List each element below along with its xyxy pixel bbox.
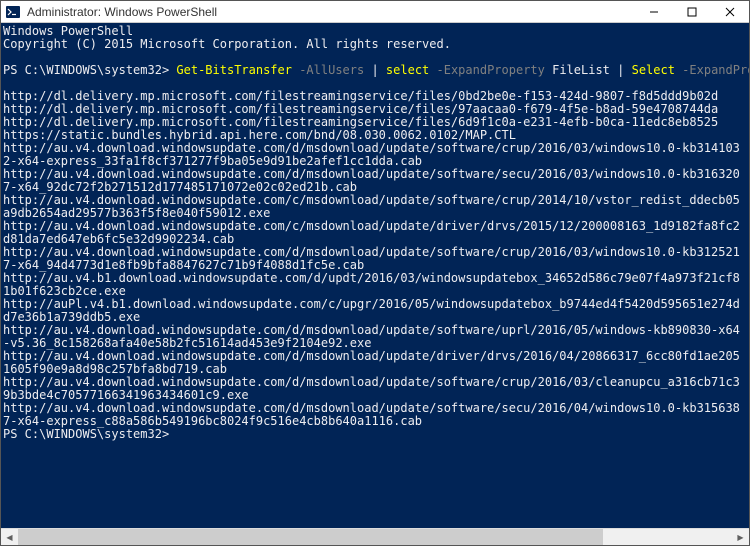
cmdlet: Select bbox=[632, 63, 675, 77]
pipe: | bbox=[371, 63, 385, 77]
window-controls bbox=[635, 1, 749, 22]
window-title: Administrator: Windows PowerShell bbox=[27, 5, 635, 19]
output-url: http://au.v4.download.windowsupdate.com/… bbox=[3, 245, 740, 272]
arg: FileList bbox=[552, 63, 617, 77]
scroll-left-button[interactable]: ◀ bbox=[1, 529, 18, 545]
output-url: http://au.v4.download.windowsupdate.com/… bbox=[3, 219, 740, 246]
minimize-button[interactable] bbox=[635, 1, 673, 22]
output-url: http://dl.delivery.mp.microsoft.com/file… bbox=[3, 115, 718, 129]
copyright-line: Copyright (C) 2015 Microsoft Corporation… bbox=[3, 37, 451, 51]
horizontal-scrollbar[interactable]: ◀ ▶ bbox=[1, 528, 749, 545]
prompt: PS C:\WINDOWS\system32> bbox=[3, 63, 176, 77]
output-url: http://au.v4.download.windowsupdate.com/… bbox=[3, 167, 740, 194]
output-url: http://au.v4.download.windowsupdate.com/… bbox=[3, 141, 740, 168]
prompt: PS C:\WINDOWS\system32> bbox=[3, 427, 169, 441]
scroll-thumb[interactable] bbox=[18, 529, 603, 545]
scroll-track[interactable] bbox=[18, 529, 732, 545]
title-bar: Administrator: Windows PowerShell bbox=[1, 1, 749, 23]
powershell-icon bbox=[5, 4, 21, 20]
param: -ExpandProperty bbox=[429, 63, 552, 77]
powershell-window: Administrator: Windows PowerShell Window… bbox=[0, 0, 750, 546]
console-area[interactable]: Windows PowerShell Copyright (C) 2015 Mi… bbox=[1, 23, 749, 528]
output-url: https://static.bundles.hybrid.api.here.c… bbox=[3, 128, 516, 142]
scroll-right-button[interactable]: ▶ bbox=[732, 529, 749, 545]
cmdlet: Get-BitsTransfer bbox=[176, 63, 292, 77]
close-button[interactable] bbox=[711, 1, 749, 22]
output-url: http://auPl.v4.b1.download.windowsupdate… bbox=[3, 297, 740, 324]
maximize-button[interactable] bbox=[673, 1, 711, 22]
header-line: Windows PowerShell bbox=[3, 24, 133, 38]
param: -ExpandProperty bbox=[675, 63, 749, 77]
param: -AllUsers bbox=[292, 63, 371, 77]
output-url: http://au.v4.b1.download.windowsupdate.c… bbox=[3, 271, 740, 298]
cmdlet: select bbox=[386, 63, 429, 77]
output-url: http://dl.delivery.mp.microsoft.com/file… bbox=[3, 89, 718, 103]
output-url: http://au.v4.download.windowsupdate.com/… bbox=[3, 193, 740, 220]
output-url: http://dl.delivery.mp.microsoft.com/file… bbox=[3, 102, 718, 116]
output-url: http://au.v4.download.windowsupdate.com/… bbox=[3, 375, 740, 402]
output-url: http://au.v4.download.windowsupdate.com/… bbox=[3, 323, 740, 350]
output-url: http://au.v4.download.windowsupdate.com/… bbox=[3, 401, 740, 428]
output-url: http://au.v4.download.windowsupdate.com/… bbox=[3, 349, 740, 376]
pipe: | bbox=[617, 63, 631, 77]
